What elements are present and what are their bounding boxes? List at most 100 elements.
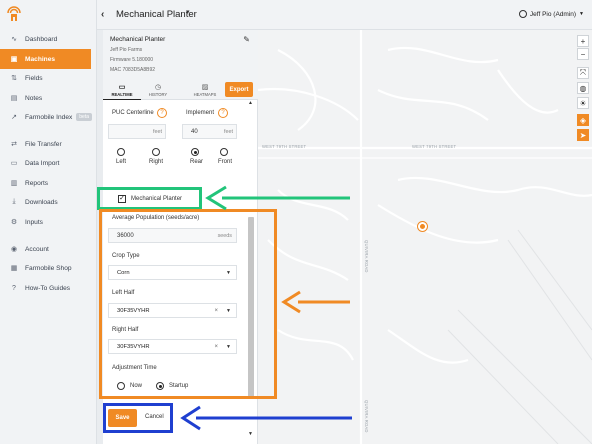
layers-icon[interactable]: ◈ (577, 114, 589, 126)
import-icon: ▭ (10, 160, 18, 167)
sidebar-item-label: How-To Guides (25, 284, 71, 292)
download-icon: ⤓ (12, 198, 16, 205)
locate-icon[interactable]: ➤ (577, 129, 589, 141)
sidebar-item-downloads[interactable]: ⤓ Downloads (0, 192, 97, 212)
sidebar-item-label: Fields (25, 74, 43, 82)
map[interactable]: WEST 79TH STREET WEST 79TH STREET QUIVIR… (258, 30, 592, 444)
help-icon[interactable]: ? (157, 108, 167, 118)
chevron-down-icon: ▼ (579, 11, 584, 17)
sidebar-item-how-to-guides[interactable]: ? How-To Guides (0, 278, 97, 298)
sidebar-item-label: Inputs (25, 218, 43, 226)
road-label: WEST 79TH STREET (262, 144, 307, 149)
user-name: Jeff Pio (Admin) (529, 10, 577, 18)
unit-label: feet (153, 128, 162, 135)
radio-label: Right (149, 159, 164, 165)
user-icon (518, 10, 527, 18)
mac-address: MAC 7083D5A8B92 (110, 67, 156, 73)
sidebar-item-label: File Transfer (25, 140, 62, 148)
highlight-box-buttons (103, 403, 173, 433)
tab-label: HEATMAPS (193, 92, 217, 97)
zoom-in-button[interactable]: + (577, 35, 589, 47)
sidebar-item-data-import[interactable]: ▭ Data Import (0, 153, 97, 173)
implement-value: 40 (191, 128, 198, 135)
tab-label: REALTIME (111, 92, 133, 97)
sidebar-item-label: Reports (25, 179, 49, 187)
scroll-down-icon[interactable]: ▼ (248, 431, 253, 437)
unit-label: feet (224, 128, 233, 135)
farmobile-logo[interactable] (6, 4, 22, 22)
weather-icon[interactable]: ☀ (577, 97, 589, 109)
sidebar-item-label: Notes (25, 94, 43, 102)
machine-icon: ▣ (10, 56, 18, 63)
pencil-icon[interactable]: ✎ (243, 35, 250, 44)
field-icon: ⇅ (11, 75, 17, 82)
sidebar-item-label: Downloads (25, 198, 58, 206)
heatmap-icon: ▨ (201, 84, 209, 91)
export-button[interactable]: Export (225, 82, 253, 97)
account-icon: ◉ (10, 246, 18, 253)
radio-label: Left (116, 159, 127, 165)
sidebar-item-reports[interactable]: ▥ Reports (0, 173, 97, 193)
sidebar-item-label: Farmobile Shop (25, 264, 72, 272)
zoom-out-button[interactable]: − (577, 48, 589, 60)
radio-label: Rear (190, 159, 204, 165)
notes-icon: ▤ (10, 95, 18, 102)
puc-centerline-label: PUC Centerline (112, 110, 154, 116)
sidebar-item-label: Account (25, 245, 49, 253)
sidebar-item-label: Machines (25, 55, 56, 63)
tab-heatmaps[interactable]: ▨ HEATMAPS (186, 82, 224, 100)
fullscreen-icon[interactable]: ⤧ (577, 67, 589, 79)
live-icon: ▭ (118, 84, 126, 91)
implement-label: Implement (186, 110, 215, 116)
history-icon: ◷ (154, 84, 162, 91)
sidebar-item-notes[interactable]: ▤ Notes (0, 88, 97, 108)
implement-front-radio[interactable] (220, 148, 228, 156)
sidebar-item-farmobile-index[interactable]: ↗ Farmobile Index beta (0, 107, 97, 127)
sidebar-item-machines[interactable]: ▣ Machines (0, 49, 91, 69)
transfer-icon: ⇄ (11, 141, 17, 148)
help-icon: ? (12, 284, 16, 292)
highlight-box-checkbox (97, 187, 202, 210)
back-chevron-icon[interactable]: ‹ (101, 9, 104, 20)
sidebar-item-inputs[interactable]: ⚙ Inputs (0, 212, 97, 232)
implement-rear-radio[interactable] (191, 148, 199, 156)
sidebar-item-dashboard[interactable]: ∿ Dashboard (0, 29, 97, 49)
sidebar-item-farmobile-shop[interactable]: ▦ Farmobile Shop (0, 258, 97, 278)
radio-label: Front (218, 159, 233, 165)
puc-centerline-input[interactable]: feet (108, 124, 166, 139)
puc-left-radio[interactable] (117, 148, 125, 156)
inputs-icon: ⚙ (10, 219, 18, 226)
user-menu[interactable]: Jeff Pio (Admin) ▼ (518, 10, 584, 18)
scroll-up-icon[interactable]: ▲ (248, 100, 253, 106)
reports-icon: ▥ (10, 180, 18, 187)
panel-title: Mechanical Planter (110, 36, 166, 43)
farm-name: Jeff Pio Farms (110, 47, 143, 53)
implement-input[interactable]: 40 feet (182, 124, 237, 139)
sidebar: ∿ Dashboard ▣ Machines ⇅ Fields ▤ Notes ↗ Far… (0, 0, 97, 444)
page-title: Mechanical Planter (116, 9, 197, 20)
top-bar: ‹ Mechanical Planter ▾ Jeff Pio (Admin) … (97, 0, 592, 30)
index-icon: ↗ (11, 114, 17, 121)
help-icon[interactable]: ? (218, 108, 228, 118)
panel-header: Mechanical Planter Jeff Pio Farms Firmwa… (103, 30, 258, 84)
sidebar-item-label: Dashboard (25, 35, 58, 43)
beta-badge: beta (76, 113, 93, 121)
pulse-icon: ∿ (11, 36, 17, 43)
puc-right-radio[interactable] (152, 148, 160, 156)
map-roads (258, 30, 592, 444)
sidebar-item-label: Data Import (25, 159, 60, 167)
machine-location-pin[interactable] (418, 222, 427, 231)
sidebar-item-file-transfer[interactable]: ⇄ File Transfer (0, 134, 97, 154)
sidebar-item-fields[interactable]: ⇅ Fields (0, 68, 97, 88)
globe-icon[interactable]: ◍ (577, 82, 589, 94)
sidebar-item-label: Farmobile Index (25, 113, 73, 121)
tab-realtime[interactable]: ▭ REALTIME (103, 82, 141, 100)
sidebar-item-account[interactable]: ◉ Account (0, 239, 97, 259)
road-label: QUIVIRA ROAD (364, 240, 369, 273)
road-label: WEST 79TH STREET (412, 144, 457, 149)
road-label: QUIVIRA ROAD (364, 400, 369, 433)
title-dropdown-icon[interactable]: ▾ (186, 8, 190, 16)
highlight-box-form (99, 209, 277, 399)
tab-history[interactable]: ◷ HISTORY (139, 82, 177, 100)
firmware-version: Firmware 5.180000 (110, 57, 154, 63)
